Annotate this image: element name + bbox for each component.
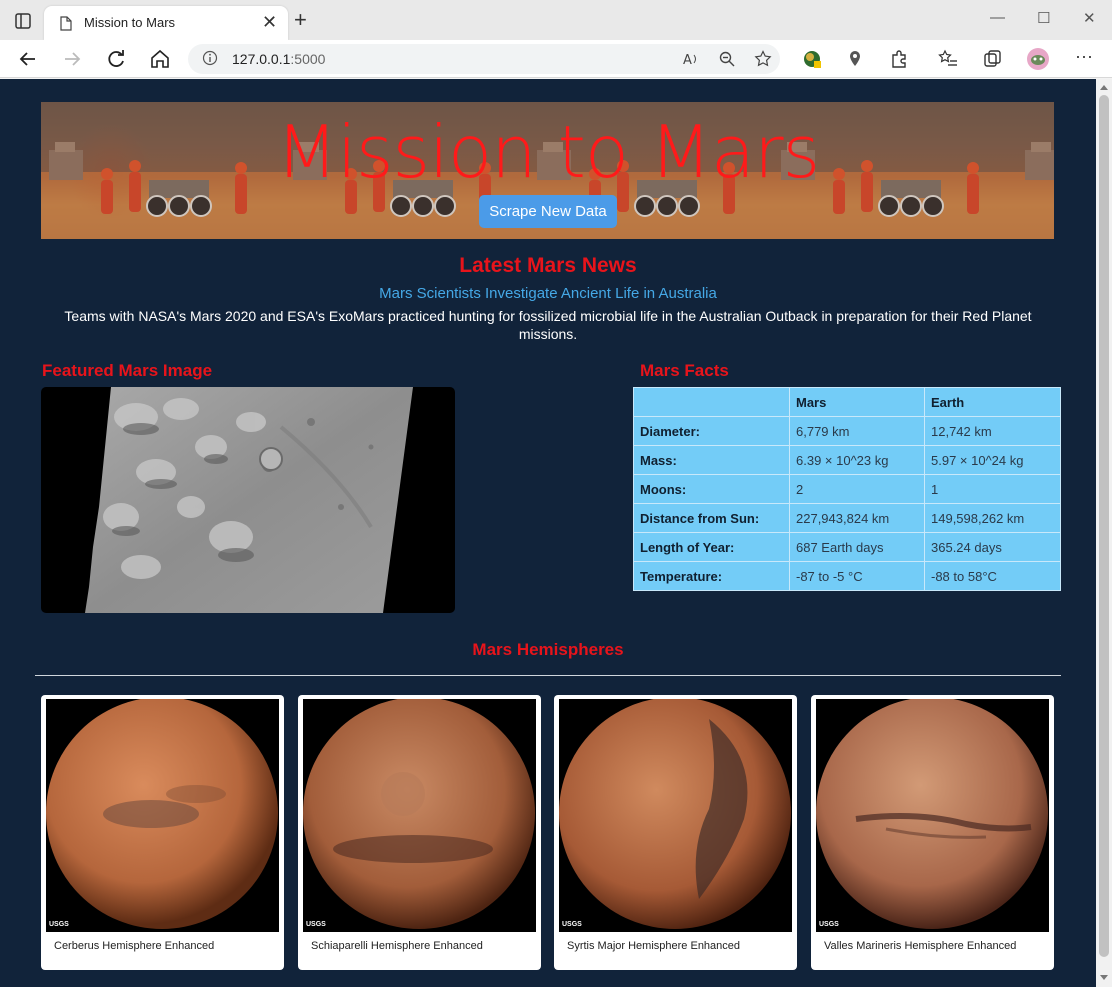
home-icon[interactable] bbox=[148, 47, 172, 71]
address-bar: 127.0.0.1:5000 A ··· bbox=[0, 40, 1112, 78]
usgs-logo: USGS bbox=[306, 921, 326, 928]
table-header-row: Mars Earth bbox=[633, 387, 1061, 417]
browser-tab-bar: Mission to Mars ✕ + — ☐ ✕ bbox=[0, 0, 1112, 40]
facts-table: Mars Earth Diameter: 6,779 km 12,742 km … bbox=[633, 387, 1061, 591]
tab-actions-icon[interactable] bbox=[14, 12, 32, 30]
mars-value: 6.39 × 10^23 kg bbox=[789, 445, 925, 475]
table-row: Mass: 6.39 × 10^23 kg 5.97 × 10^24 kg bbox=[633, 445, 1061, 475]
hemisphere-image[interactable]: USGS bbox=[816, 699, 1049, 932]
usgs-logo: USGS bbox=[562, 921, 582, 928]
table-row: Moons: 2 1 bbox=[633, 474, 1061, 504]
table-row: Temperature: -87 to -5 °C -88 to 58°C bbox=[633, 561, 1061, 591]
hemisphere-image[interactable]: USGS bbox=[559, 699, 792, 932]
news-title: Mars Scientists Investigate Ancient Life… bbox=[379, 285, 717, 302]
location-pin-icon[interactable] bbox=[845, 49, 865, 69]
usgs-logo: USGS bbox=[819, 921, 839, 928]
mars-value: 227,943,824 km bbox=[789, 503, 925, 533]
hemisphere-title[interactable]: Cerberus Hemisphere Enhanced bbox=[54, 940, 214, 952]
info-icon[interactable] bbox=[202, 50, 218, 66]
table-header-cell: Mars bbox=[789, 387, 925, 417]
refresh-icon[interactable] bbox=[104, 47, 128, 71]
url-field[interactable]: 127.0.0.1:5000 A bbox=[188, 44, 780, 74]
profile-avatar-icon[interactable] bbox=[1026, 47, 1050, 71]
vertical-scrollbar[interactable] bbox=[1096, 79, 1112, 987]
table-row: Length of Year: 687 Earth days 365.24 da… bbox=[633, 532, 1061, 562]
collections-icon[interactable] bbox=[982, 49, 1002, 69]
divider bbox=[35, 675, 1061, 676]
news-paragraph: Teams with NASA's Mars 2020 and ESA's Ex… bbox=[64, 308, 1032, 342]
close-window-icon[interactable]: ✕ bbox=[1083, 9, 1096, 27]
mars-value: 2 bbox=[789, 474, 925, 504]
close-tab-icon[interactable]: ✕ bbox=[262, 13, 277, 31]
svg-text:A: A bbox=[683, 53, 692, 68]
favorites-list-icon[interactable] bbox=[938, 49, 958, 69]
favorite-star-icon[interactable] bbox=[754, 50, 772, 68]
hemisphere-image[interactable]: USGS bbox=[303, 699, 536, 932]
scrape-button[interactable]: Scrape New Data bbox=[479, 195, 617, 228]
page-content: Mission to Mars Scrape New Data Latest M… bbox=[0, 79, 1096, 987]
forward-arrow-icon[interactable] bbox=[60, 47, 84, 71]
news-heading: Latest Mars News bbox=[459, 254, 637, 277]
earth-value: 1 bbox=[924, 474, 1061, 504]
hemispheres-heading: Mars Hemispheres bbox=[472, 640, 624, 659]
more-menu-icon[interactable]: ··· bbox=[1075, 46, 1095, 66]
facts-heading: Mars Facts bbox=[640, 361, 729, 380]
featured-image-heading: Featured Mars Image bbox=[42, 361, 213, 380]
row-label: Diameter: bbox=[633, 416, 790, 446]
hemisphere-card[interactable]: USGS Cerberus Hemisphere Enhanced bbox=[41, 695, 284, 970]
mars-value: 6,779 km bbox=[789, 416, 925, 446]
featured-mars-image bbox=[41, 387, 455, 613]
maximize-icon[interactable]: ☐ bbox=[1037, 9, 1050, 27]
hemisphere-card[interactable]: USGS Syrtis Major Hemisphere Enhanced bbox=[554, 695, 797, 970]
row-label: Mass: bbox=[633, 445, 790, 475]
row-label: Distance from Sun: bbox=[633, 503, 790, 533]
mars-value: 687 Earth days bbox=[789, 532, 925, 562]
page-icon bbox=[60, 16, 72, 31]
new-tab-icon[interactable]: + bbox=[294, 9, 307, 31]
earth-value: 5.97 × 10^24 kg bbox=[924, 445, 1061, 475]
earth-value: 149,598,262 km bbox=[924, 503, 1061, 533]
earth-value: 365.24 days bbox=[924, 532, 1061, 562]
row-label: Length of Year: bbox=[633, 532, 790, 562]
earth-value: 12,742 km bbox=[924, 416, 1061, 446]
url-text[interactable]: 127.0.0.1:5000 bbox=[232, 51, 325, 67]
scroll-up-arrow-icon[interactable] bbox=[1100, 85, 1108, 90]
minimize-icon[interactable]: — bbox=[990, 9, 1005, 26]
tab-title: Mission to Mars bbox=[84, 15, 176, 30]
page-title: Mission to Mars bbox=[275, 110, 820, 194]
scroll-down-arrow-icon[interactable] bbox=[1100, 975, 1108, 980]
table-header-cell bbox=[633, 387, 790, 417]
usgs-logo: USGS bbox=[49, 921, 69, 928]
back-arrow-icon[interactable] bbox=[16, 47, 40, 71]
jumbotron-banner: Mission to Mars Scrape New Data bbox=[41, 102, 1054, 239]
extensions-puzzle-icon[interactable] bbox=[889, 49, 909, 69]
table-row: Distance from Sun: 227,943,824 km 149,59… bbox=[633, 503, 1061, 533]
mars-value: -87 to -5 °C bbox=[789, 561, 925, 591]
hemisphere-title[interactable]: Valles Marineris Hemisphere Enhanced bbox=[824, 940, 1016, 952]
hemisphere-card[interactable]: USGS Valles Marineris Hemisphere Enhance… bbox=[811, 695, 1054, 970]
browser-tab[interactable]: Mission to Mars ✕ bbox=[44, 6, 288, 40]
scrollbar-thumb[interactable] bbox=[1099, 95, 1109, 957]
table-header-cell: Earth bbox=[924, 387, 1061, 417]
extension-globe-icon[interactable] bbox=[802, 49, 822, 69]
hemisphere-card[interactable]: USGS Schiaparelli Hemisphere Enhanced bbox=[298, 695, 541, 970]
zoom-out-icon[interactable] bbox=[718, 50, 736, 68]
table-row: Diameter: 6,779 km 12,742 km bbox=[633, 416, 1061, 446]
read-aloud-icon[interactable]: A bbox=[682, 50, 700, 68]
hemisphere-image[interactable]: USGS bbox=[46, 699, 279, 932]
earth-value: -88 to 58°C bbox=[924, 561, 1061, 591]
row-label: Temperature: bbox=[633, 561, 790, 591]
hemisphere-title[interactable]: Schiaparelli Hemisphere Enhanced bbox=[311, 940, 483, 952]
hemisphere-title[interactable]: Syrtis Major Hemisphere Enhanced bbox=[567, 940, 740, 952]
row-label: Moons: bbox=[633, 474, 790, 504]
